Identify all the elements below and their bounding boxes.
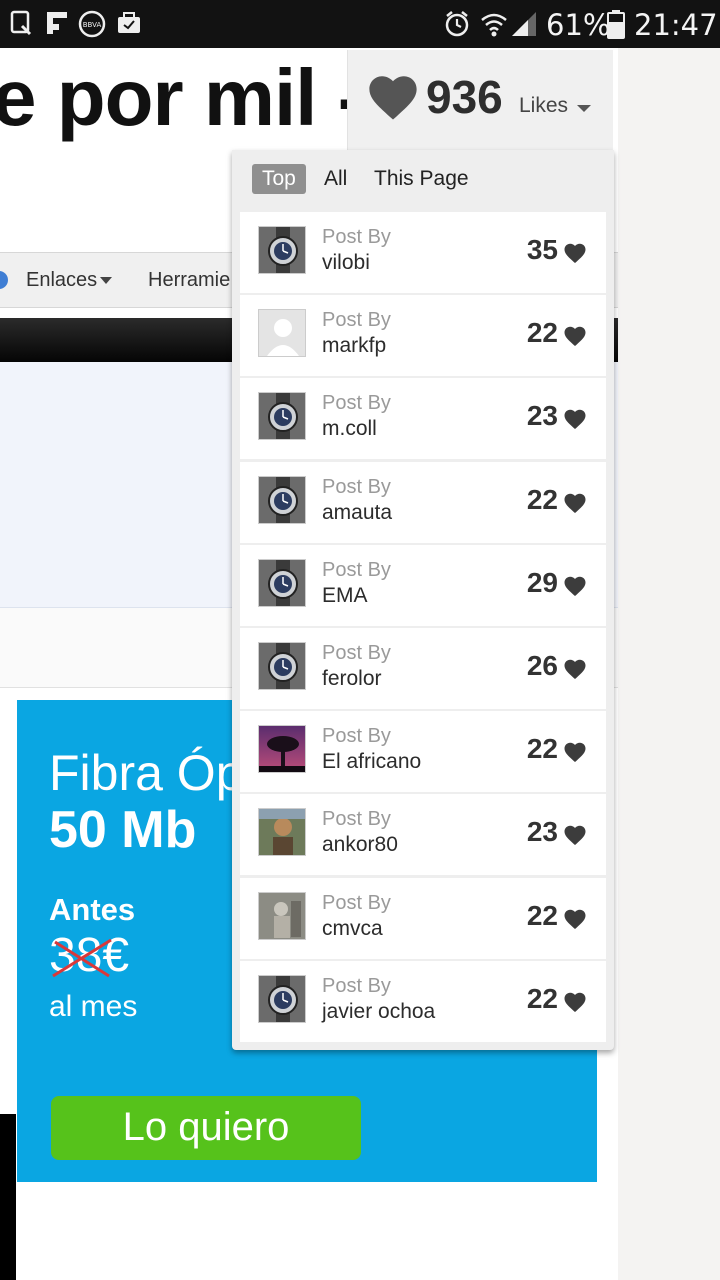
signal-icon: [512, 12, 536, 36]
post-by-label: Post By: [322, 226, 391, 248]
like-count: 22: [526, 483, 558, 515]
author-name[interactable]: EMA: [322, 584, 368, 608]
tab-this-page[interactable]: This Page: [374, 164, 469, 194]
heart-icon[interactable]: [562, 991, 588, 1018]
heart-icon[interactable]: [562, 408, 588, 435]
ad-per-month: al mes: [49, 990, 138, 1023]
screenshot-icon: [10, 10, 32, 36]
post-by-label: Post By: [322, 974, 391, 997]
avatar[interactable]: [258, 226, 306, 274]
like-row[interactable]: Post By amauta 22: [240, 461, 606, 543]
avatar[interactable]: [258, 475, 306, 524]
author-name[interactable]: vilobi: [322, 251, 370, 275]
heart-icon[interactable]: [562, 908, 588, 935]
like-row[interactable]: Post By cmvca 22: [240, 877, 606, 959]
avatar[interactable]: [258, 309, 306, 358]
like-count: 22: [526, 317, 558, 349]
heart-icon[interactable]: [562, 575, 588, 602]
clock: 21:47: [634, 8, 718, 42]
ad-cta-button[interactable]: Lo quiero: [51, 1096, 361, 1160]
like-row[interactable]: Post By javier ochoa 22: [240, 960, 606, 1042]
post-by-label: Post By: [322, 392, 391, 415]
like-count: 23: [526, 816, 558, 848]
chevron-down-icon[interactable]: [577, 105, 591, 112]
post-by-label: Post By: [322, 808, 391, 831]
ad-before-label: Antes: [49, 892, 136, 927]
page-margin: [618, 48, 720, 1280]
tab-top[interactable]: Top: [252, 164, 306, 194]
likes-label: Likes: [519, 94, 569, 117]
caret-down-icon: [100, 277, 113, 285]
like-count: 23: [526, 400, 558, 432]
like-count: 35: [526, 234, 558, 265]
nav-item-enlaces[interactable]: Enlaces: [26, 269, 113, 292]
author-name[interactable]: El africano: [322, 750, 421, 774]
avatar[interactable]: [258, 891, 306, 940]
avatar[interactable]: [258, 725, 306, 774]
page-title: e por mil -: [0, 53, 364, 142]
battery-icon: [607, 10, 625, 39]
post-by-label: Post By: [322, 475, 391, 498]
wifi-icon: [481, 13, 507, 37]
status-bar: BBVA 61% 21:47: [0, 0, 720, 48]
author-name[interactable]: ankor80: [322, 833, 398, 857]
like-count: 22: [526, 899, 558, 931]
heart-icon[interactable]: [562, 824, 588, 851]
heart-icon[interactable]: [562, 492, 588, 519]
author-name[interactable]: amauta: [322, 501, 392, 525]
likes-dropdown: Top All This Page Post By vilobi 35 Post By…: [232, 150, 614, 1050]
post-by-label: Post By: [322, 642, 391, 664]
avatar[interactable]: [258, 392, 306, 441]
ad-speed: 50 Mb: [49, 801, 197, 859]
post-by-label: Post By: [322, 891, 391, 914]
like-row[interactable]: Post By markfp 22: [240, 295, 606, 377]
avatar[interactable]: [258, 974, 306, 1023]
battery-percent: 61%: [546, 8, 611, 42]
like-row[interactable]: Post By ferolor 26: [240, 628, 606, 709]
ad-title: Fibra Óp: [49, 745, 244, 801]
post-by-label: Post By: [322, 558, 391, 581]
post-by-label: Post By: [322, 309, 391, 332]
bbva-icon: BBVA: [78, 10, 106, 38]
author-name[interactable]: markfp: [322, 334, 386, 358]
globe-icon: [0, 271, 8, 289]
strikethrough-mark: [52, 938, 112, 978]
svg-text:BBVA: BBVA: [83, 21, 102, 29]
like-row[interactable]: Post By EMA 29: [240, 544, 606, 626]
heart-icon[interactable]: [562, 325, 588, 352]
like-row[interactable]: Post By vilobi 35: [240, 212, 606, 293]
heart-icon[interactable]: [562, 658, 588, 685]
like-row[interactable]: Post By ankor80 23: [240, 794, 606, 876]
alarm-icon: [445, 11, 469, 37]
briefcase-icon: [118, 12, 140, 33]
author-name[interactable]: ferolor: [322, 667, 382, 691]
heart-icon[interactable]: [562, 242, 588, 269]
like-count: 22: [526, 982, 558, 1014]
flipboard-icon: [47, 12, 67, 34]
avatar[interactable]: [258, 642, 306, 690]
like-count: 26: [526, 650, 558, 681]
likes-total: 936: [426, 71, 503, 123]
heart-icon: [369, 76, 417, 120]
author-name[interactable]: cmvca: [322, 917, 383, 941]
author-name[interactable]: javier ochoa: [322, 1000, 435, 1024]
nav-item-label: Enlaces: [26, 269, 98, 291]
avatar[interactable]: [258, 558, 306, 607]
page-edge: [0, 1114, 16, 1280]
like-row[interactable]: Post By m.coll 23: [240, 378, 606, 460]
like-count: 22: [526, 733, 558, 765]
heart-icon[interactable]: [562, 741, 588, 768]
avatar[interactable]: [258, 808, 306, 857]
like-count: 29: [526, 566, 558, 598]
likes-widget-header[interactable]: 936 Likes: [347, 50, 613, 150]
nav-item-herramientas[interactable]: Herramie: [148, 269, 230, 292]
like-row[interactable]: Post By El africano 22: [240, 711, 606, 793]
author-name[interactable]: m.coll: [322, 417, 377, 441]
tab-all[interactable]: All: [324, 164, 347, 194]
post-by-label: Post By: [322, 725, 391, 748]
